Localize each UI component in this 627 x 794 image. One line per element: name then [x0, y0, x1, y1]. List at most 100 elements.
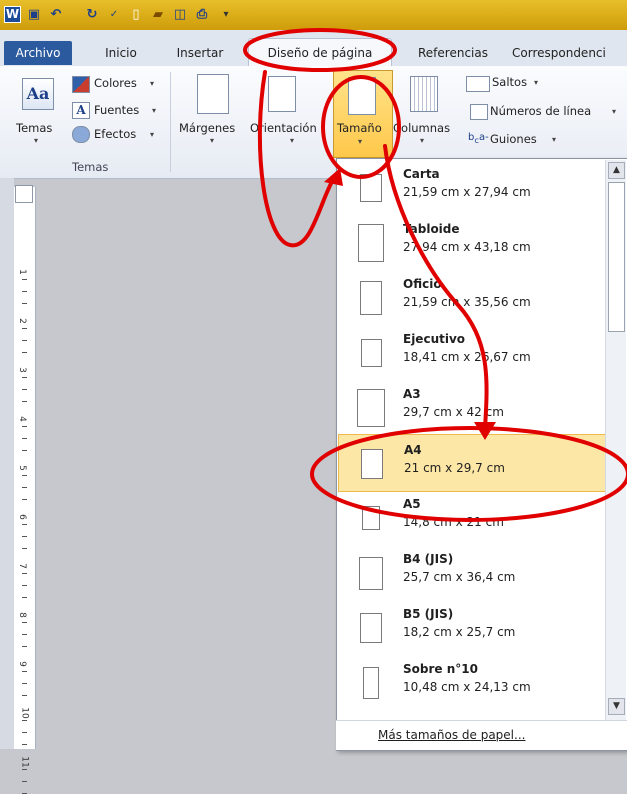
ruler-number: 2: [16, 318, 27, 324]
effects-icon[interactable]: [72, 126, 90, 143]
hyphenation-label[interactable]: Guiones: [490, 132, 537, 146]
paper-size-item[interactable]: B4 (JIS) 25,7 cm x 36,4 cm: [338, 544, 610, 602]
effects-dropdown-icon[interactable]: ▾: [150, 130, 154, 139]
columns-icon[interactable]: [410, 76, 438, 112]
paper-size-thumbnail-icon: [357, 389, 385, 427]
paper-size-name: Tabloide: [403, 222, 460, 236]
tab-insert[interactable]: Insertar: [170, 41, 230, 65]
colors-label[interactable]: Colores: [94, 76, 137, 90]
ruler-tick: [22, 291, 27, 292]
paper-size-item[interactable]: Sobre n°10 10,48 cm x 24,13 cm: [338, 654, 610, 712]
redo-icon[interactable]: ↻: [84, 7, 100, 23]
word-app-icon[interactable]: W: [4, 6, 21, 23]
quick-access-toolbar: W ▣ ↶ ↻ ✓ ▯ ▰ ◫ ⎙ ▾: [0, 0, 627, 30]
orientation-icon[interactable]: [268, 76, 296, 112]
spellcheck-icon[interactable]: ✓: [106, 7, 122, 23]
breaks-icon[interactable]: [466, 76, 490, 92]
tab-references[interactable]: Referencias: [410, 41, 496, 65]
undo-icon[interactable]: ↶: [48, 7, 64, 23]
line-numbers-label[interactable]: Números de línea: [490, 104, 591, 118]
paper-size-name: A5: [403, 497, 421, 511]
effects-label[interactable]: Efectos: [94, 127, 136, 141]
ruler-tick: [22, 340, 27, 341]
ruler-tick: [22, 328, 27, 329]
save-icon[interactable]: ▣: [26, 7, 42, 23]
tab-page-layout[interactable]: Diseño de página: [248, 38, 392, 67]
paper-size-item[interactable]: Carta 21,59 cm x 27,94 cm: [338, 159, 610, 217]
paper-size-name: Oficio: [403, 277, 442, 291]
fonts-icon[interactable]: A: [72, 102, 90, 119]
group-separator: [170, 72, 171, 172]
ruler-number: 1: [16, 269, 27, 275]
new-document-icon[interactable]: ▯: [128, 7, 144, 23]
paper-size-name: A3: [403, 387, 421, 401]
paper-size-item[interactable]: A5 14,8 cm x 21 cm: [338, 489, 610, 547]
line-numbers-icon[interactable]: [470, 104, 488, 120]
themes-dropdown-icon[interactable]: ▾: [34, 136, 38, 145]
colors-icon[interactable]: [72, 76, 90, 93]
columns-dropdown-icon[interactable]: ▾: [420, 136, 424, 145]
paper-size-item[interactable]: Oficio 21,59 cm x 35,56 cm: [338, 269, 610, 327]
paper-size-item[interactable]: B5 (JIS) 18,2 cm x 25,7 cm: [338, 599, 610, 657]
ruler-tick: [22, 769, 27, 770]
paper-size-item[interactable]: Tabloide 27,94 cm x 43,18 cm: [338, 214, 610, 272]
orientation-label[interactable]: Orientación: [250, 121, 317, 135]
paper-size-thumbnail-icon: [360, 174, 382, 202]
fonts-label[interactable]: Fuentes: [94, 103, 139, 117]
paper-size-dimensions: 10,48 cm x 24,13 cm: [403, 680, 531, 694]
fonts-dropdown-icon[interactable]: ▾: [152, 106, 156, 115]
scroll-up-icon[interactable]: ▲: [608, 162, 625, 179]
ruler-tick: [22, 499, 27, 500]
line-numbers-dropdown-icon[interactable]: ▾: [612, 107, 616, 116]
margins-label[interactable]: Márgenes: [179, 121, 235, 135]
ruler-tick: [22, 487, 27, 488]
paper-size-item[interactable]: Ejecutivo 18,41 cm x 26,67 cm: [338, 324, 610, 382]
print-preview-icon[interactable]: ◫: [172, 7, 188, 23]
paper-size-thumbnail-icon: [363, 667, 379, 699]
breaks-dropdown-icon[interactable]: ▾: [534, 78, 538, 87]
ruler-tick: [22, 377, 27, 378]
ruler-tick: [22, 622, 27, 623]
tab-file[interactable]: Archivo: [4, 41, 72, 65]
more-paper-sizes-item[interactable]: Más tamaños de papel...: [336, 720, 627, 750]
size-label: Tamaño: [337, 121, 382, 135]
orientation-dropdown-icon[interactable]: ▾: [290, 136, 294, 145]
ruler-tick: [22, 683, 27, 684]
scroll-down-icon[interactable]: ▼: [608, 698, 625, 715]
paper-size-dimensions: 25,7 cm x 36,4 cm: [403, 570, 516, 584]
breaks-label[interactable]: Saltos: [492, 75, 527, 89]
tab-mailings[interactable]: Correspondenci: [512, 41, 627, 65]
ruler-tick: [22, 475, 27, 476]
margins-icon[interactable]: [197, 74, 229, 114]
hyphenation-dropdown-icon[interactable]: ▾: [552, 135, 556, 144]
paper-size-thumbnail-icon: [358, 224, 384, 262]
paper-size-item[interactable]: A3 29,7 cm x 42 cm: [338, 379, 610, 437]
paper-size-thumbnail-icon: [359, 556, 383, 590]
ruler-tick: [22, 732, 27, 733]
paper-size-item[interactable]: A4 21 cm x 29,7 cm: [338, 434, 610, 492]
hyphenation-icon[interactable]: bca-: [468, 132, 489, 145]
ruler-tick: [22, 303, 27, 304]
paper-size-thumbnail-icon: [361, 449, 383, 479]
columns-label[interactable]: Columnas: [393, 121, 450, 135]
ruler-number: 11: [19, 756, 30, 768]
tab-home[interactable]: Inicio: [96, 41, 146, 65]
themes-label[interactable]: Temas: [16, 121, 52, 135]
ruler-tick: [22, 573, 27, 574]
scroll-thumb[interactable]: [608, 182, 625, 332]
ruler-tick: [22, 524, 27, 525]
print-icon[interactable]: ⎙: [194, 7, 210, 23]
size-button[interactable]: Tamaño ▾: [333, 70, 393, 158]
colors-dropdown-icon[interactable]: ▾: [150, 79, 154, 88]
paper-size-dimensions: 18,2 cm x 25,7 cm: [403, 625, 516, 639]
dropdown-scrollbar[interactable]: ▲ ▼: [605, 160, 626, 720]
ruler-tick: [22, 279, 27, 280]
open-folder-icon[interactable]: ▰: [150, 7, 166, 23]
customize-toolbar-icon[interactable]: ▾: [218, 7, 234, 23]
themes-icon[interactable]: Aa: [22, 78, 54, 110]
margins-dropdown-icon[interactable]: ▾: [210, 136, 214, 145]
ruler-tick: [22, 720, 27, 721]
ruler-tick: [22, 634, 27, 635]
paper-size-dimensions: 18,41 cm x 26,67 cm: [403, 350, 531, 364]
ruler-tick: [22, 597, 27, 598]
